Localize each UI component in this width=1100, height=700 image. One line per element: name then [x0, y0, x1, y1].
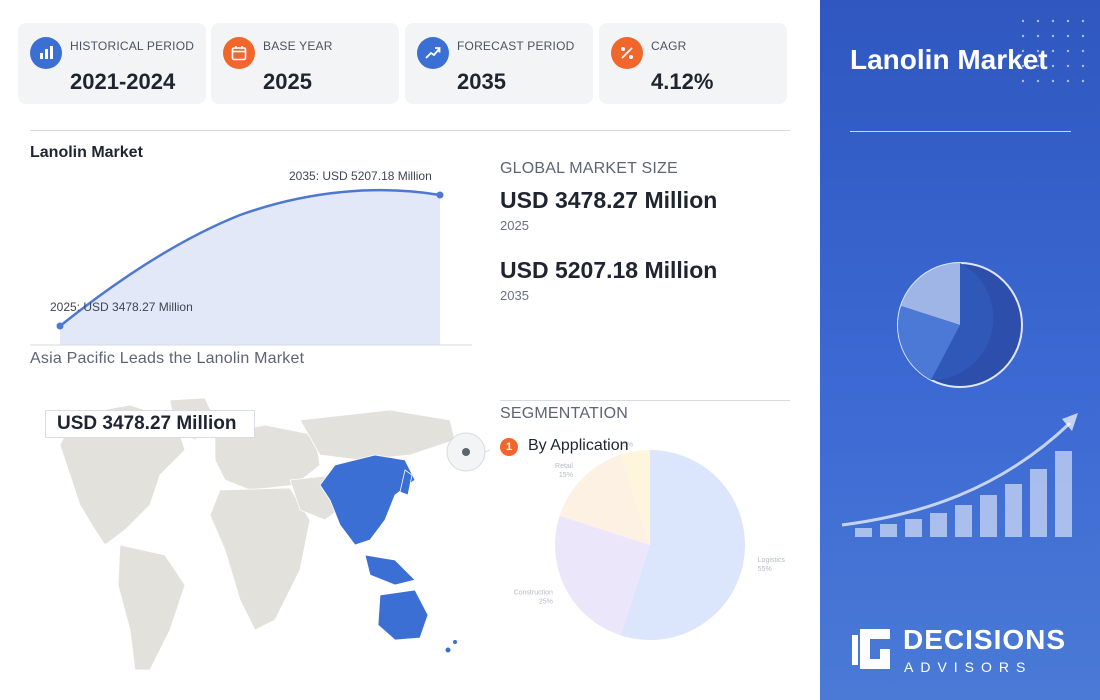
growth-end-label: 2035: USD 5207.18 Million — [289, 169, 432, 183]
side-panel: Lanolin Market DECISIONS ADVISORS — [820, 0, 1100, 700]
market-size-2025-year: 2025 — [500, 218, 529, 233]
pacific-island-point — [445, 647, 451, 653]
growth-bars-icon — [841, 413, 1078, 537]
cagr-label: CAGR — [651, 39, 687, 53]
growth-start-point — [56, 322, 64, 330]
pie-label-value: 15% — [559, 472, 573, 479]
pie-decoration-icon — [897, 262, 1023, 388]
pie-label-category: Retail — [555, 463, 573, 470]
growth-end-point — [436, 191, 444, 199]
brand-tagline: ADVISORS — [904, 659, 1033, 675]
panel-divider — [850, 131, 1071, 132]
growth-curve-area — [60, 190, 440, 345]
panel-title: Lanolin Market — [850, 44, 1048, 75]
indonesia-shape — [364, 554, 416, 586]
market-size-heading: GLOBAL MARKET SIZE — [500, 160, 678, 177]
segmentation-pie-chart: Logistics55%Construction25%Retail15%Othe… — [514, 441, 786, 640]
segment-name: By Application — [528, 437, 629, 454]
segmentation-heading: SEGMENTATION — [500, 405, 629, 422]
growth-start-label: 2025: USD 3478.27 Million — [50, 300, 193, 314]
market-size-2025-value: USD 3478.27 Million — [500, 187, 718, 213]
region-callout: USD 3478.27 Million — [45, 410, 255, 438]
region-title: Asia Pacific Leads the Lanolin Market — [30, 350, 305, 367]
pacific-island-point — [453, 640, 457, 644]
market-size-2035-year: 2035 — [500, 288, 529, 303]
pie-label-value: 25% — [539, 598, 553, 605]
asia-pacific-shape — [319, 454, 416, 546]
pie-label-value: 55% — [758, 566, 772, 573]
pie-label-category: Logistics — [758, 557, 786, 564]
dashboard: HISTORICAL PERIOD 2021-2024 BASE YEAR 20… — [0, 0, 1100, 700]
cagr-card: CAGR 4.12% — [599, 23, 787, 104]
brand-name: DECISIONS — [903, 624, 1067, 655]
australia-shape — [377, 589, 429, 641]
decisions-advisors-logo — [852, 629, 890, 669]
segment-index-badge: 1 — [500, 438, 518, 456]
russia-shape — [299, 409, 456, 461]
africa-shape — [209, 487, 311, 631]
south-america-shape — [117, 544, 186, 671]
pie-label-category: Construction — [514, 589, 553, 596]
cagr-value: 4.12% — [651, 69, 714, 94]
segmentation-divider — [500, 400, 790, 401]
market-size-2035-value: USD 5207.18 Million — [500, 257, 718, 283]
percent-icon — [611, 37, 643, 69]
